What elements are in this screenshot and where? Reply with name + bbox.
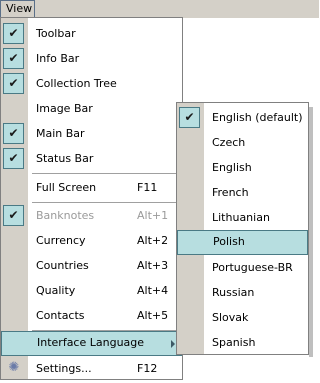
view-menu-button[interactable]: View xyxy=(0,0,35,17)
language-item-french[interactable]: French xyxy=(177,180,308,205)
menu-item-label: Czech xyxy=(212,136,246,149)
menu-item-label: Banknotes xyxy=(36,209,95,222)
language-item-polish[interactable]: Polish xyxy=(177,230,308,255)
menu-item-label: English (default) xyxy=(212,111,303,124)
language-item-czech[interactable]: Czech xyxy=(177,130,308,155)
view-menu-label: View xyxy=(6,2,33,15)
menu-item-quality[interactable]: Quality Alt+4 xyxy=(1,278,182,303)
menu-bar: View xyxy=(0,0,319,18)
menu-item-contacts[interactable]: Contacts Alt+5 xyxy=(1,303,182,328)
menu-item-shortcut: Alt+4 xyxy=(137,284,169,297)
language-submenu: ✔ English (default) Czech English French… xyxy=(176,102,309,355)
menu-item-info-bar[interactable]: ✔ Info Bar xyxy=(1,46,182,71)
language-item-english[interactable]: English xyxy=(177,155,308,180)
checkmark-icon: ✔ xyxy=(3,123,24,144)
menu-item-toolbar[interactable]: ✔ Toolbar xyxy=(1,21,182,46)
menu-item-main-bar[interactable]: ✔ Main Bar xyxy=(1,121,182,146)
menu-item-status-bar[interactable]: ✔ Status Bar xyxy=(1,146,182,171)
menu-item-shortcut: Alt+1 xyxy=(137,209,169,222)
menu-item-label: Collection Tree xyxy=(36,77,117,90)
menu-item-image-bar[interactable]: Image Bar xyxy=(1,96,182,121)
menu-item-label: Lithuanian xyxy=(212,211,270,224)
menu-item-label: Status Bar xyxy=(36,152,94,165)
menu-item-label: Currency xyxy=(36,234,86,247)
menu-item-shortcut: Alt+3 xyxy=(137,259,169,272)
language-item-slovak[interactable]: Slovak xyxy=(177,305,308,330)
checkmark-icon: ✔ xyxy=(179,107,200,128)
menu-item-label: Full Screen xyxy=(36,181,97,194)
menu-item-shortcut: Alt+2 xyxy=(137,234,169,247)
language-item-russian[interactable]: Russian xyxy=(177,280,308,305)
menu-separator xyxy=(32,173,179,174)
menu-item-label: Image Bar xyxy=(36,102,93,115)
language-item-spanish[interactable]: Spanish xyxy=(177,330,308,355)
menu-item-currency[interactable]: Currency Alt+2 xyxy=(1,228,182,253)
menu-item-collection-tree[interactable]: ✔ Collection Tree xyxy=(1,71,182,96)
submenu-arrow-icon xyxy=(171,340,175,348)
menu-item-label: Info Bar xyxy=(36,52,80,65)
menu-item-label: Toolbar xyxy=(36,27,76,40)
menu-item-shortcut: F12 xyxy=(137,362,158,375)
gear-icon: ✺ xyxy=(8,360,20,375)
menu-item-label: Interface Language xyxy=(37,336,145,349)
menu-item-label: Portuguese-BR xyxy=(212,261,293,274)
menu-item-label: Quality xyxy=(36,284,76,297)
language-item-portuguese-br[interactable]: Portuguese-BR xyxy=(177,255,308,280)
menu-item-label: Contacts xyxy=(36,309,85,322)
menu-item-label: Polish xyxy=(213,235,245,248)
menu-item-shortcut: Alt+5 xyxy=(137,309,169,322)
language-item-lithuanian[interactable]: Lithuanian xyxy=(177,205,308,230)
menu-item-interface-language[interactable]: Interface Language xyxy=(1,331,182,356)
checkmark-icon: ✔ xyxy=(3,205,24,226)
menu-item-label: Main Bar xyxy=(36,127,85,140)
menu-item-label: French xyxy=(212,186,249,199)
view-menu: ✔ Toolbar ✔ Info Bar ✔ Collection Tree I… xyxy=(0,17,183,380)
menu-item-label: Spanish xyxy=(212,336,256,349)
submenu-shadow xyxy=(309,107,313,357)
checkmark-icon: ✔ xyxy=(3,73,24,94)
menu-item-full-screen[interactable]: Full Screen F11 xyxy=(1,175,182,200)
menu-item-countries[interactable]: Countries Alt+3 xyxy=(1,253,182,278)
menu-item-shortcut: F11 xyxy=(137,181,158,194)
checkmark-icon: ✔ xyxy=(3,148,24,169)
menu-item-label: Settings... xyxy=(36,362,92,375)
checkmark-icon: ✔ xyxy=(3,23,24,44)
menu-item-label: Countries xyxy=(36,259,89,272)
menu-item-settings[interactable]: ✺ Settings... F12 xyxy=(1,356,182,381)
language-item-english-default[interactable]: ✔ English (default) xyxy=(177,105,308,130)
menu-item-label: Russian xyxy=(212,286,255,299)
checkmark-icon: ✔ xyxy=(3,48,24,69)
menu-item-label: Slovak xyxy=(212,311,249,324)
menu-item-label: English xyxy=(212,161,252,174)
menu-item-banknotes: ✔ Banknotes Alt+1 xyxy=(1,203,182,228)
